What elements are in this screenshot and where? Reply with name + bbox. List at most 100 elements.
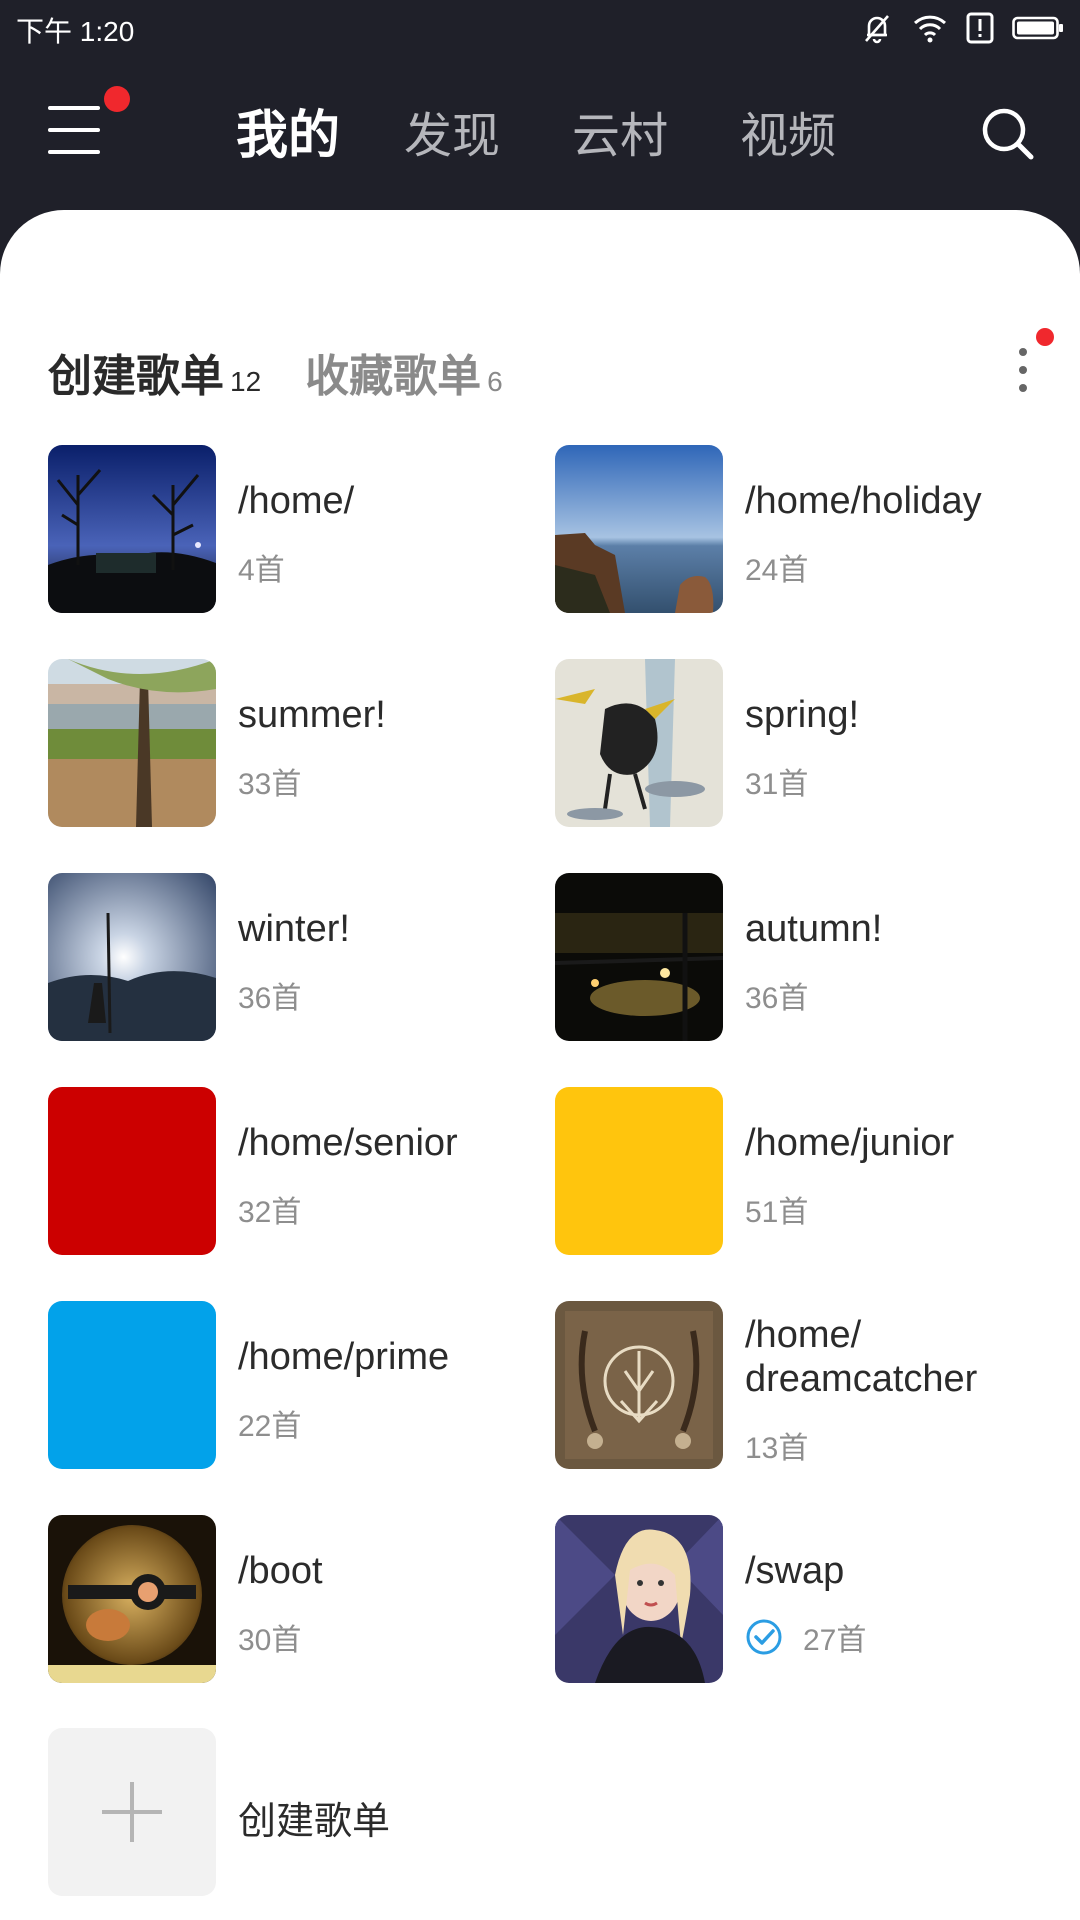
tab-collected-playlists[interactable]: 收藏歌单 6 bbox=[305, 340, 503, 404]
tab-mine[interactable]: 我的 bbox=[236, 96, 404, 176]
playlist-title: autumn! bbox=[745, 908, 883, 950]
more-icon-dot bbox=[1019, 366, 1027, 374]
playlist-count: 27首 bbox=[745, 1615, 866, 1659]
playlist-cover bbox=[555, 445, 723, 613]
playlist-item[interactable]: summer! 33首 bbox=[48, 659, 548, 829]
playlist-cover bbox=[555, 659, 723, 827]
playlist-title: /boot bbox=[238, 1550, 323, 1592]
playlist-cover bbox=[555, 1515, 723, 1683]
playlist-count: 32首 bbox=[238, 1187, 301, 1231]
playlist-count: 33首 bbox=[238, 759, 301, 803]
more-options-button[interactable] bbox=[1000, 328, 1054, 400]
song-count-text: 4首 bbox=[238, 554, 285, 587]
status-bar: 下午 1:20 bbox=[0, 0, 1080, 56]
playlist-item[interactable]: /home/ 4首 bbox=[48, 445, 548, 615]
playlist-count: 24首 bbox=[745, 545, 808, 589]
playlist-count: 22首 bbox=[238, 1401, 301, 1445]
menu-icon-bar bbox=[48, 128, 100, 132]
bell-muted-icon bbox=[865, 15, 889, 44]
playlist-item[interactable]: /boot 30首 bbox=[48, 1515, 548, 1685]
menu-icon-bar bbox=[48, 150, 100, 154]
playlist-cover bbox=[555, 1087, 723, 1255]
playlist-title: /home/ dreamcatcher bbox=[745, 1313, 1045, 1401]
playlist-title: spring! bbox=[745, 694, 860, 736]
playlist-item[interactable]: /swap 27首 bbox=[555, 1515, 1055, 1685]
playlist-cover bbox=[48, 1515, 216, 1683]
song-count-text: 13首 bbox=[745, 1432, 809, 1465]
song-count-text: 36首 bbox=[238, 982, 302, 1015]
playlist-cover bbox=[555, 873, 723, 1041]
verified-check-icon bbox=[746, 1619, 782, 1655]
segment-count: 6 bbox=[487, 366, 503, 397]
song-count-text: 22首 bbox=[238, 1410, 302, 1443]
playlist-cover bbox=[555, 1301, 723, 1469]
song-count-text: 51首 bbox=[745, 1196, 809, 1229]
playlist-count: 30首 bbox=[238, 1615, 301, 1659]
playlist-item[interactable]: /home/ dreamcatcher 13首 bbox=[555, 1301, 1055, 1471]
notification-badge bbox=[1036, 328, 1054, 346]
tab-discover[interactable]: 发现 bbox=[404, 96, 572, 176]
playlist-count: 13首 bbox=[745, 1423, 808, 1467]
playlist-title: /swap bbox=[745, 1550, 845, 1592]
playlist-item[interactable]: /home/senior 32首 bbox=[48, 1087, 548, 1257]
song-count-text: 33首 bbox=[238, 768, 302, 801]
playlist-title-line: /home/ bbox=[745, 1314, 862, 1356]
playlist-count: 31首 bbox=[745, 759, 808, 803]
song-count-text: 36首 bbox=[745, 982, 809, 1015]
notification-badge bbox=[104, 86, 130, 112]
search-button[interactable] bbox=[980, 106, 1036, 162]
tab-village[interactable]: 云村 bbox=[572, 96, 740, 176]
playlist-item[interactable]: autumn! 36首 bbox=[555, 873, 1055, 1043]
search-icon bbox=[982, 108, 1034, 160]
playlist-title: summer! bbox=[238, 694, 386, 736]
playlist-segment-tabs: 创建歌单 12 收藏歌单 6 bbox=[48, 340, 547, 410]
segment-count: 12 bbox=[230, 366, 262, 397]
content-sheet: 创建歌单 12 收藏歌单 6 /home/ 4首 /home/holiday 2… bbox=[0, 210, 1080, 1920]
playlist-title: /home/senior bbox=[238, 1122, 458, 1164]
song-count-text: 32首 bbox=[238, 1196, 302, 1229]
menu-button[interactable] bbox=[40, 86, 130, 160]
playlist-cover bbox=[48, 1301, 216, 1469]
playlist-title: /home/junior bbox=[745, 1122, 955, 1164]
battery-icon bbox=[1012, 16, 1063, 40]
song-count-text: 24首 bbox=[745, 554, 809, 587]
playlist-cover bbox=[48, 1087, 216, 1255]
status-time: 下午 1:20 bbox=[16, 16, 135, 47]
playlist-count: 36首 bbox=[745, 973, 808, 1017]
create-playlist-label: 创建歌单 bbox=[238, 1799, 391, 1843]
playlist-item[interactable]: /home/holiday 24首 bbox=[555, 445, 1055, 615]
segment-label: 收藏歌单 bbox=[305, 351, 482, 402]
menu-icon-bar bbox=[48, 106, 100, 110]
playlist-count: 36首 bbox=[238, 973, 301, 1017]
playlist-cover bbox=[48, 445, 216, 613]
add-icon bbox=[48, 1728, 216, 1896]
playlist-title: /home/prime bbox=[238, 1336, 450, 1378]
segment-label: 创建歌单 bbox=[48, 351, 224, 402]
main-tabs: 我的 发现 云村 视频 bbox=[236, 96, 908, 176]
alert-icon bbox=[966, 12, 994, 44]
song-count-text: 31首 bbox=[745, 768, 809, 801]
playlist-title: /home/ bbox=[238, 480, 355, 522]
top-navigation: 我的 发现 云村 视频 bbox=[0, 56, 1080, 210]
playlist-cover bbox=[48, 873, 216, 1041]
playlist-title-line: dreamcatcher bbox=[745, 1358, 978, 1400]
more-icon-dot bbox=[1019, 384, 1027, 392]
create-playlist-button[interactable]: 创建歌单 bbox=[48, 1728, 648, 1896]
playlist-item[interactable]: winter! 36首 bbox=[48, 873, 548, 1043]
tab-video[interactable]: 视频 bbox=[740, 96, 908, 176]
playlist-title: winter! bbox=[238, 908, 350, 950]
playlist-item[interactable]: /home/prime 22首 bbox=[48, 1301, 548, 1471]
playlist-item[interactable]: /home/junior 51首 bbox=[555, 1087, 1055, 1257]
add-icon-stroke bbox=[130, 1782, 134, 1842]
playlist-count: 51首 bbox=[745, 1187, 808, 1231]
playlist-cover bbox=[48, 659, 216, 827]
playlist-title: /home/holiday bbox=[745, 480, 982, 522]
song-count-text: 27首 bbox=[803, 1624, 867, 1657]
playlist-count: 4首 bbox=[238, 545, 285, 589]
tab-created-playlists[interactable]: 创建歌单 12 bbox=[48, 340, 261, 404]
song-count-text: 30首 bbox=[238, 1624, 302, 1657]
more-icon-dot bbox=[1019, 348, 1027, 356]
wifi-icon bbox=[913, 15, 947, 43]
playlist-item[interactable]: spring! 31首 bbox=[555, 659, 1055, 829]
status-icons bbox=[860, 10, 1064, 46]
